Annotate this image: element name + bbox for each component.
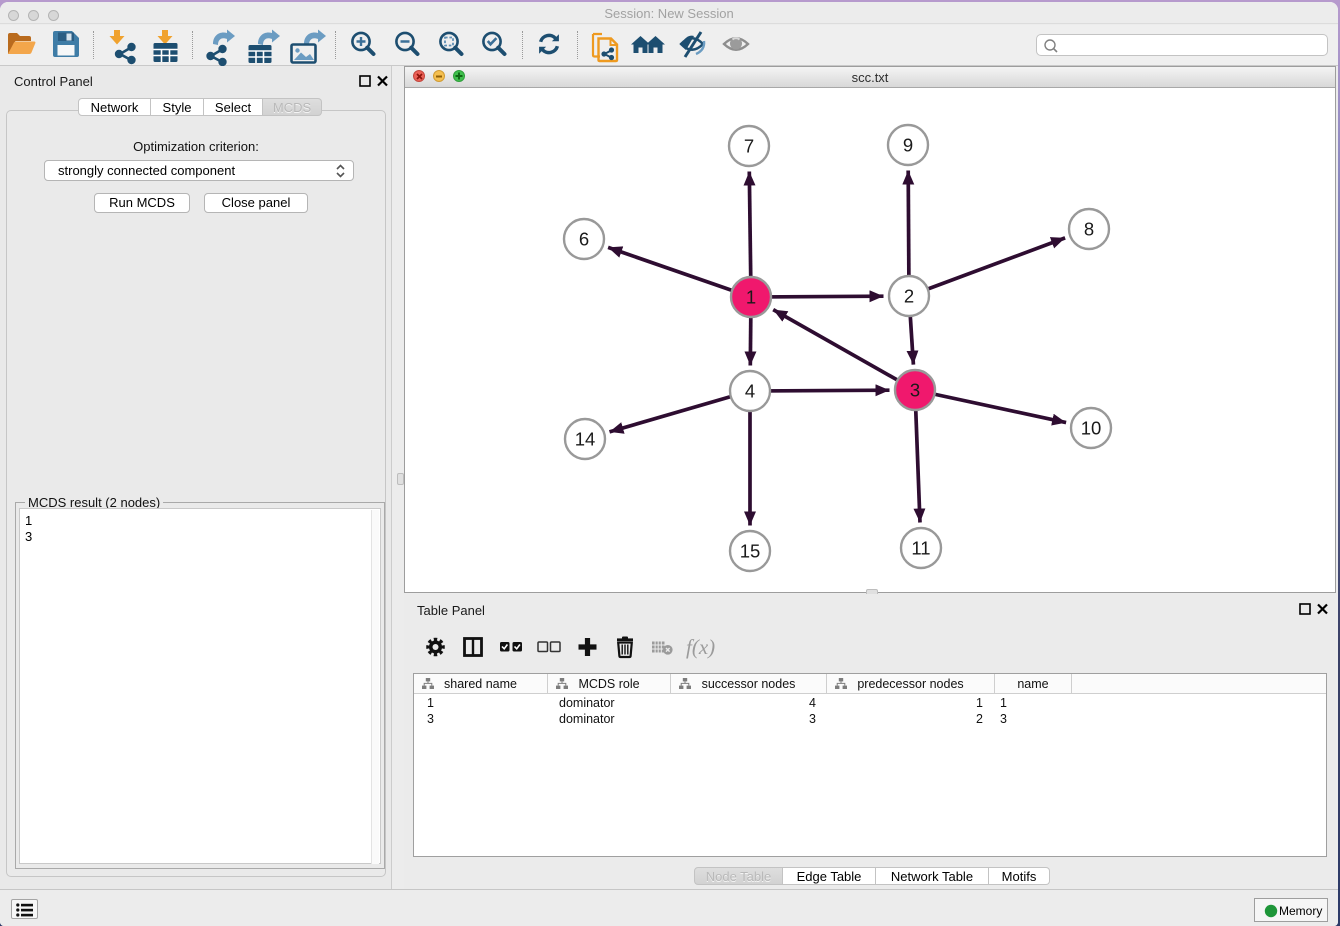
svg-text:10: 10 <box>1081 418 1102 439</box>
svg-text:11: 11 <box>911 538 930 559</box>
svg-text:14: 14 <box>575 429 596 450</box>
svg-text:1: 1 <box>746 287 756 308</box>
svg-text:2: 2 <box>904 286 914 307</box>
svg-text:7: 7 <box>744 136 754 157</box>
svg-text:4: 4 <box>745 381 755 402</box>
svg-text:15: 15 <box>740 541 761 562</box>
svg-text:3: 3 <box>910 380 920 401</box>
svg-text:6: 6 <box>579 229 589 250</box>
svg-text:f(x): f(x) <box>686 635 715 659</box>
svg-text:9: 9 <box>903 135 913 156</box>
svg-text:8: 8 <box>1084 219 1094 240</box>
